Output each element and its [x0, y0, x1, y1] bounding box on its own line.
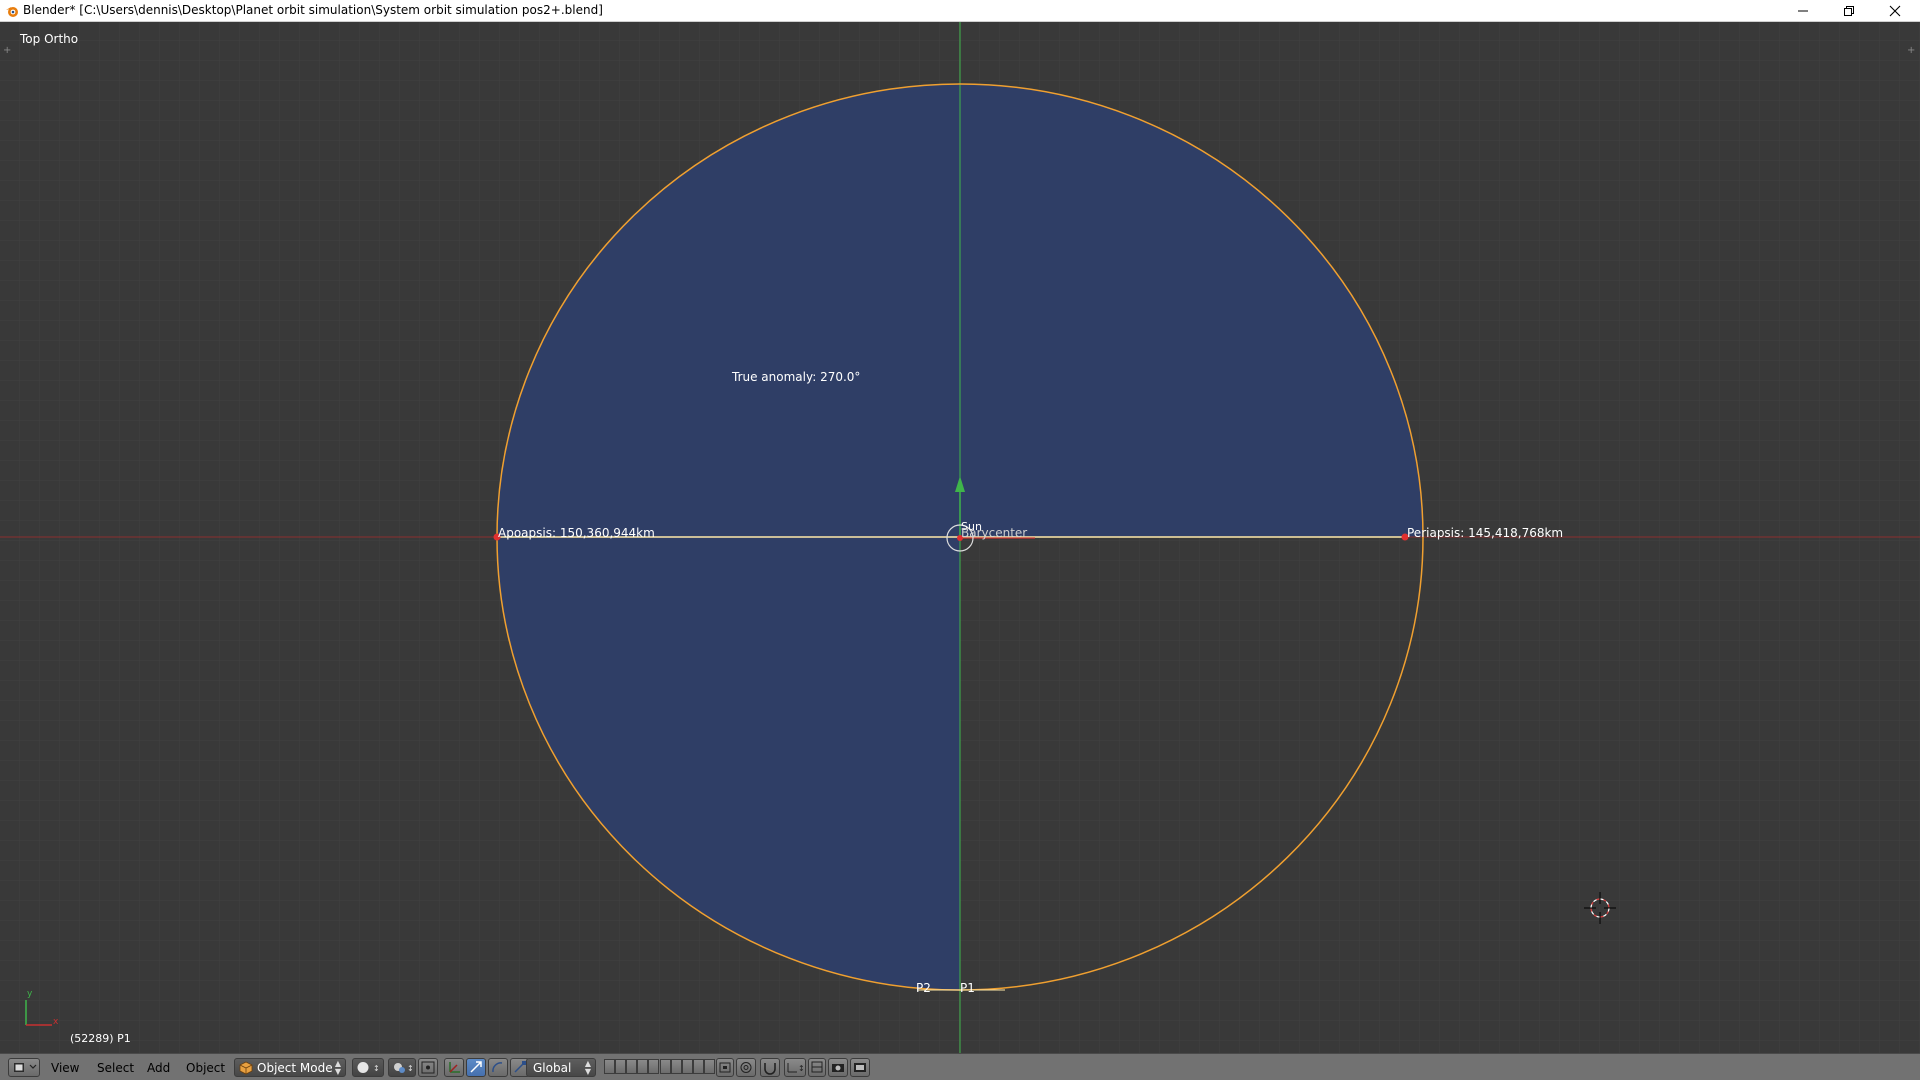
render-animation-button[interactable]: [850, 1058, 870, 1077]
interaction-mode-label: Object Mode: [257, 1061, 333, 1075]
rotate-arc-icon: [492, 1062, 503, 1073]
snap-element-select[interactable]: ↕: [784, 1058, 806, 1077]
solid-shading-icon: ↕: [357, 1062, 380, 1073]
minimize-icon: [1798, 10, 1808, 12]
3d-viewport[interactable]: + + Top Ortho True anomaly: 270.0° Apoap…: [0, 22, 1920, 1053]
editor-type-button[interactable]: [8, 1058, 40, 1077]
close-button[interactable]: [1872, 0, 1918, 22]
viewport-shading-select[interactable]: ↕: [352, 1058, 384, 1077]
layer-4-button[interactable]: [637, 1059, 648, 1074]
menu-view[interactable]: View: [51, 1061, 79, 1075]
pivot-align-icon: [421, 1061, 435, 1074]
view-name-label: Top Ortho: [20, 32, 79, 46]
proportional-editing-icon: [740, 1062, 752, 1073]
blender-logo-icon: [6, 7, 18, 17]
transform-orientation-label: Global: [533, 1061, 572, 1075]
periapsis-label: Periapsis: 145,418,768km: [1407, 526, 1564, 540]
menu-add[interactable]: Add: [147, 1061, 170, 1075]
top-right-corner-widget-icon[interactable]: +: [1907, 45, 1915, 56]
snap-increment-icon: ↕: [787, 1063, 805, 1073]
svg-text:↕: ↕: [798, 1064, 805, 1073]
layer-9-button[interactable]: [693, 1059, 704, 1074]
layer-1-button[interactable]: [604, 1059, 615, 1074]
manipulator-toggle-button[interactable]: [444, 1058, 464, 1077]
minimize-button[interactable]: [1780, 0, 1826, 22]
proportional-editing-button[interactable]: [736, 1058, 756, 1077]
transform-orientation-select[interactable]: Global ▲ ▼: [526, 1058, 596, 1077]
lock-layers-icon: [719, 1062, 731, 1073]
magnet-icon: [764, 1063, 776, 1075]
translate-arrow-icon: [470, 1061, 482, 1073]
dropdown-arrows-icon: ▲ ▼: [334, 1059, 341, 1076]
layer-7-button[interactable]: [671, 1059, 682, 1074]
pivot-point-icon: ↕: [394, 1063, 414, 1073]
layer-8-button[interactable]: [682, 1059, 693, 1074]
restore-button[interactable]: [1826, 0, 1872, 22]
window-titlebar: Blender* [C:\Users\dennis\Desktop\Planet…: [0, 0, 1920, 22]
pivot-align-button[interactable]: [418, 1058, 438, 1077]
top-left-corner-widget-icon[interactable]: +: [3, 45, 11, 56]
close-icon: [1889, 5, 1901, 17]
film-icon: [854, 1063, 866, 1072]
camera-icon: [832, 1064, 844, 1072]
3d-view-header: View Select Add Object Object Mode ▲ ▼ ↕ …: [0, 1053, 1920, 1080]
orientation-dropdown-arrows-icon: ▲ ▼: [584, 1059, 591, 1076]
render-still-button[interactable]: [828, 1058, 848, 1077]
layer-5-button[interactable]: [648, 1059, 659, 1074]
frame-info-label: (52289) P1: [70, 1032, 131, 1045]
menu-object[interactable]: Object: [186, 1061, 225, 1075]
svg-text:↕: ↕: [373, 1064, 380, 1073]
svg-text:↕: ↕: [407, 1064, 414, 1073]
apoapsis-label: Apoapsis: 150,360,944km: [498, 526, 655, 540]
axis-y-label: y: [27, 989, 33, 999]
barycenter-label: Barycenter: [961, 526, 1028, 540]
snap-toggle-button[interactable]: [760, 1058, 780, 1077]
true-anomaly-label: True anomaly: 270.0°: [732, 370, 861, 384]
lock-layers-button[interactable]: [716, 1058, 734, 1077]
layer-3-button[interactable]: [626, 1059, 637, 1074]
layer-10-button[interactable]: [704, 1059, 715, 1074]
interaction-mode-select[interactable]: Object Mode ▲ ▼: [234, 1058, 346, 1077]
snap-target-icon: [811, 1061, 823, 1073]
layer-2-button[interactable]: [615, 1059, 626, 1074]
axis-x-label: x: [53, 1017, 59, 1027]
p2-label: P2: [916, 981, 931, 995]
pivot-point-select[interactable]: ↕: [388, 1058, 416, 1077]
rotate-manipulator-button[interactable]: [488, 1058, 508, 1077]
menu-select[interactable]: Select: [97, 1061, 134, 1075]
3d-view-icon: [14, 1063, 37, 1072]
object-mode-cube-icon: [239, 1061, 253, 1075]
translate-manipulator-button[interactable]: [466, 1058, 486, 1077]
layer-6-button[interactable]: [660, 1059, 671, 1074]
viewport-canvas[interactable]: + +: [0, 22, 1920, 1053]
p1-label: P1: [960, 981, 975, 995]
restore-icon: [1844, 6, 1854, 16]
snap-target-button[interactable]: [808, 1058, 826, 1077]
window-title: Blender* [C:\Users\dennis\Desktop\Planet…: [23, 3, 603, 17]
manipulator-icon: [449, 1062, 460, 1073]
